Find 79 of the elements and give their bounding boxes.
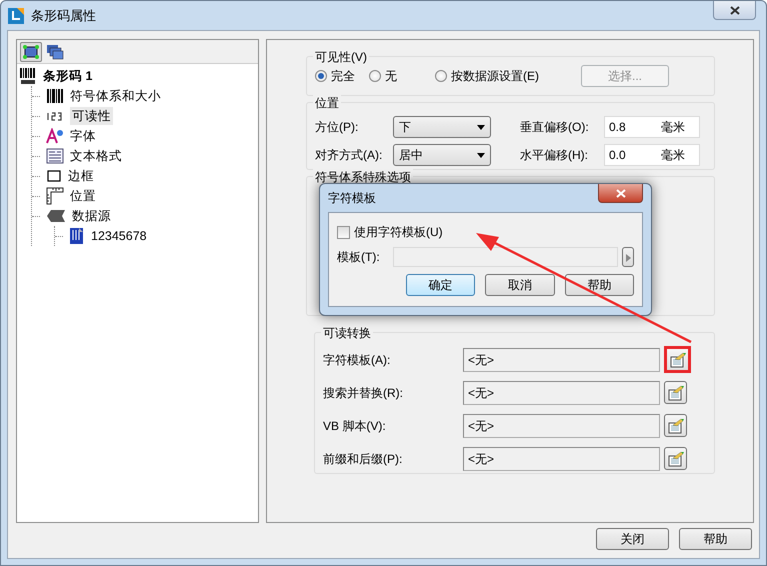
dropdown[interactable]: 下: [393, 116, 491, 138]
tree-item[interactable]: 12345678: [89, 226, 149, 246]
window-title: 条形码属性: [31, 7, 96, 26]
text-field[interactable]: 0.0 毫米: [604, 144, 700, 166]
font-icon: [46, 128, 64, 144]
group-title: 可见性(V): [313, 48, 369, 66]
layers-icon: [46, 44, 64, 60]
unit-label: 毫米: [661, 147, 685, 164]
edit-icon: [668, 418, 684, 434]
dropdown-value: 居中: [399, 147, 423, 164]
tree-item[interactable]: 文本格式: [68, 146, 124, 166]
expand-button[interactable]: [622, 247, 634, 267]
triangle-icon: [626, 254, 631, 262]
group-title: 可读转换: [321, 324, 373, 342]
field-label: 方位(P):: [315, 119, 360, 136]
close-icon: [616, 188, 626, 198]
tree-item[interactable]: 数据源: [70, 206, 113, 226]
edit-icon: [668, 450, 684, 466]
field-label: 字符模板(A):: [323, 352, 392, 368]
field-label: VB 脚本(V):: [323, 418, 387, 434]
radio-label[interactable]: 完全: [331, 67, 355, 85]
tree-item[interactable]: 位置: [68, 186, 98, 206]
toolbar-button[interactable]: [20, 42, 42, 62]
edit-button[interactable]: [664, 381, 687, 404]
radio-button[interactable]: [435, 70, 447, 82]
edit-icon: [668, 384, 684, 400]
readonly-field: <无>: [463, 348, 660, 372]
app-icon: [7, 7, 25, 25]
square-icon: [46, 168, 62, 184]
ruler-icon: [46, 187, 64, 205]
toolbar-button[interactable]: [44, 42, 66, 62]
document-icon: [69, 227, 85, 245]
close-button[interactable]: 关闭: [596, 528, 669, 550]
group-title: 位置: [313, 94, 341, 112]
dialog-button[interactable]: 帮助: [564, 274, 634, 296]
readonly-field: <无>: [463, 380, 660, 404]
tree-item[interactable]: 边框: [66, 166, 96, 186]
tree-item[interactable]: 可读性: [70, 106, 113, 126]
field-label: 水平偏移(H):: [520, 147, 589, 164]
edit-button[interactable]: [664, 414, 687, 437]
dialog-title: 字符模板: [328, 190, 376, 207]
checkbox[interactable]: [337, 226, 350, 238]
barcode-icon: [46, 88, 64, 104]
data-source-icon: [46, 208, 66, 224]
help-button[interactable]: 帮助: [679, 528, 752, 550]
field-value: 0.0: [609, 147, 627, 164]
edit-icon: [670, 352, 686, 368]
edit-button[interactable]: [664, 447, 687, 470]
close-button[interactable]: [713, 1, 756, 20]
text-format-icon: [46, 148, 64, 164]
field-label: 对齐方式(A):: [315, 147, 384, 164]
dropdown-value: 下: [399, 119, 411, 136]
edit-button[interactable]: [664, 346, 691, 373]
tree-item[interactable]: 字体: [68, 126, 98, 146]
tree-item[interactable]: 条形码 1: [41, 66, 94, 86]
readonly-field: <无>: [463, 414, 660, 438]
dialog-button[interactable]: 取消: [485, 274, 555, 296]
field-label: 模板(T):: [337, 249, 381, 266]
field-value: 0.8: [609, 119, 627, 136]
frame-icon: [22, 44, 40, 60]
checkbox-label[interactable]: 使用字符模板(U): [354, 223, 443, 241]
radio-button[interactable]: [369, 70, 381, 82]
radio-button[interactable]: [315, 70, 327, 82]
dropdown[interactable]: 居中: [393, 144, 491, 166]
tree-item[interactable]: 符号体系和大小: [68, 86, 163, 106]
caret-icon: [477, 152, 485, 158]
field-label: 前缀和后缀(P):: [323, 450, 404, 468]
ok-button[interactable]: 确定: [406, 274, 476, 296]
close-icon: [730, 6, 740, 14]
text-field[interactable]: 0.8 毫米: [604, 116, 700, 138]
radio-label[interactable]: 按数据源设置(E): [451, 67, 539, 85]
unit-label: 毫米: [661, 119, 685, 136]
field-label: 垂直偏移(O):: [520, 119, 590, 136]
close-button[interactable]: [598, 184, 643, 203]
caret-icon: [477, 124, 485, 130]
radio-label[interactable]: 无: [385, 67, 397, 85]
readonly-field: <无>: [463, 446, 660, 470]
barcode-icon: [19, 67, 37, 85]
field-label: 搜索并替换(R):: [323, 384, 404, 402]
